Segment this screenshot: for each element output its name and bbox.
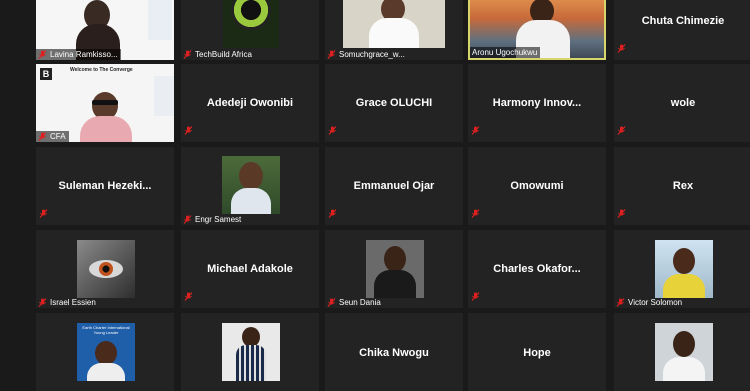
video-tile[interactable]: Michael Adakole xyxy=(181,230,319,308)
participant-name: Somuchgrace_w... xyxy=(339,50,405,59)
participant-name-label: Aronu Ugochukwu xyxy=(470,47,541,58)
muted-microphone-icon xyxy=(471,205,480,223)
muted-microphone-icon xyxy=(38,132,47,141)
muted-microphone-icon xyxy=(328,205,337,223)
participant-photo xyxy=(366,240,424,298)
participant-name: Lavina Ramkisso... xyxy=(50,50,118,59)
participant-name: Israel Essien xyxy=(50,298,96,307)
participant-name: Chika Nwogu xyxy=(359,347,429,359)
video-tile[interactable]: Harmony Innov... xyxy=(468,64,606,142)
video-tile[interactable]: Suleman Hezeki... xyxy=(36,147,174,225)
muted-microphone-icon xyxy=(184,122,193,140)
participant-photo xyxy=(77,240,135,298)
video-tile[interactable]: Welcome to The Converge B CFA xyxy=(36,64,174,142)
participant-name: Hope xyxy=(523,347,551,359)
muted-microphone-icon xyxy=(616,298,625,307)
participant-photo xyxy=(222,156,280,214)
participant-name: Harmony Innov... xyxy=(492,97,582,109)
participant-name: Omowumi xyxy=(510,180,564,192)
participant-name: Victor Solomon xyxy=(628,298,683,307)
video-tile[interactable]: Rex xyxy=(614,147,750,225)
participant-name-label: TechBuild Africa xyxy=(181,49,255,60)
participant-video xyxy=(343,0,445,48)
participant-photo xyxy=(655,240,713,298)
video-grid: Lavina Ramkisso... TechBuild Africa Somu… xyxy=(0,0,750,391)
poster-text: Earth Charter International Young Leader xyxy=(82,325,130,335)
participant-name: Rex xyxy=(672,180,694,192)
video-tile[interactable]: Adedeji Owonibi xyxy=(181,64,319,142)
video-tile[interactable]: wole xyxy=(614,64,750,142)
participant-name: Adedeji Owonibi xyxy=(206,97,294,109)
participant-name: Engr Samest xyxy=(195,215,242,224)
participant-name: Charles Okafor... xyxy=(493,263,581,275)
participant-video xyxy=(223,0,279,48)
video-tile[interactable]: Hope xyxy=(468,313,606,391)
participant-name: Aronu Ugochukwu xyxy=(472,48,538,57)
muted-microphone-icon xyxy=(184,288,193,306)
participant-photo xyxy=(655,323,713,381)
muted-microphone-icon xyxy=(327,298,336,307)
participant-name: Emmanuel Ojar xyxy=(353,180,435,192)
video-tile[interactable]: TechBuild Africa xyxy=(181,0,319,60)
muted-microphone-icon xyxy=(617,40,626,58)
participant-name-label: Engr Samest xyxy=(181,214,244,225)
video-tile[interactable]: Victor Solomon xyxy=(614,230,750,308)
video-tile[interactable]: Seun Dania xyxy=(325,230,463,308)
participant-name-label: Lavina Ramkisso... xyxy=(36,49,121,60)
video-tile[interactable]: Somuchgrace_w... xyxy=(325,0,463,60)
participant-name-label: Somuchgrace_w... xyxy=(325,49,408,60)
video-tile[interactable]: Omowumi xyxy=(468,147,606,225)
video-tile[interactable]: Chika Nwogu xyxy=(325,313,463,391)
video-tile[interactable]: Chuta Chimezie xyxy=(614,0,750,60)
muted-microphone-icon xyxy=(471,122,480,140)
participant-name: Seun Dania xyxy=(339,298,381,307)
video-tile[interactable]: Lavina Ramkisso... xyxy=(36,0,174,60)
participant-name: CFA xyxy=(50,132,66,141)
video-tile[interactable]: Charles Okafor... xyxy=(468,230,606,308)
muted-microphone-icon xyxy=(39,205,48,223)
muted-microphone-icon xyxy=(38,50,47,59)
video-tile[interactable]: Emmanuel Ojar xyxy=(325,147,463,225)
participant-name: Chuta Chimezie xyxy=(641,15,725,27)
muted-microphone-icon xyxy=(183,215,192,224)
video-tile[interactable]: Israel Essien xyxy=(36,230,174,308)
participant-name: Michael Adakole xyxy=(207,263,293,275)
logo: B xyxy=(40,68,52,80)
participant-photo xyxy=(222,323,280,381)
participant-name-label: Seun Dania xyxy=(325,297,384,308)
video-tile[interactable] xyxy=(181,313,319,391)
participant-photo: Earth Charter International Young Leader xyxy=(77,323,135,381)
muted-microphone-icon xyxy=(327,50,336,59)
video-tile[interactable]: Earth Charter International Young Leader xyxy=(36,313,174,391)
muted-microphone-icon xyxy=(471,288,480,306)
slide-title: Welcome to The Converge xyxy=(70,67,133,73)
video-tile[interactable]: Engr Samest xyxy=(181,147,319,225)
participant-name-label: Israel Essien xyxy=(36,297,99,308)
muted-microphone-icon xyxy=(328,122,337,140)
participant-name: Suleman Hezeki... xyxy=(58,180,152,192)
participant-name: wole xyxy=(670,97,696,109)
muted-microphone-icon xyxy=(617,122,626,140)
participant-name-label: CFA xyxy=(36,131,69,142)
participant-name: Grace OLUCHI xyxy=(355,97,433,109)
video-tile[interactable] xyxy=(614,313,750,391)
muted-microphone-icon xyxy=(617,205,626,223)
participant-name: TechBuild Africa xyxy=(195,50,252,59)
video-tile[interactable]: Grace OLUCHI xyxy=(325,64,463,142)
muted-microphone-icon xyxy=(183,50,192,59)
participant-name-label: Victor Solomon xyxy=(614,297,685,308)
muted-microphone-icon xyxy=(38,298,47,307)
active-speaker-tile[interactable]: Aronu Ugochukwu xyxy=(468,0,606,60)
